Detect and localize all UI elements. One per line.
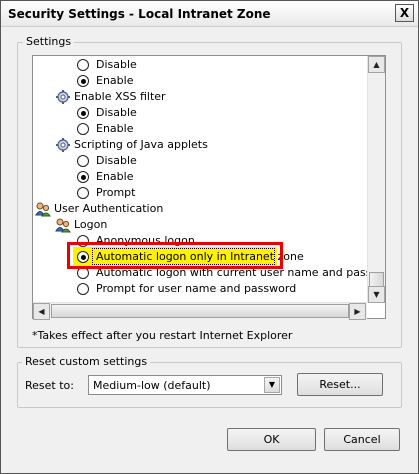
horizontal-scroll-thumb[interactable] xyxy=(51,304,349,318)
ok-button[interactable]: OK xyxy=(227,428,316,451)
scroll-down-button[interactable]: ▼ xyxy=(368,286,385,303)
cancel-button[interactable]: Cancel xyxy=(324,428,400,451)
radio-checked[interactable] xyxy=(77,171,89,183)
reset-button[interactable]: Reset... xyxy=(297,373,383,396)
window-title: Security Settings - Local Intranet Zone xyxy=(8,7,271,21)
people-icon xyxy=(55,217,71,233)
tree-item-label: Prompt for user name and password xyxy=(96,282,297,295)
radio-checked[interactable] xyxy=(77,75,89,87)
close-button[interactable]: X xyxy=(395,4,414,22)
tree-item-label: User Authentication xyxy=(54,202,164,215)
people-icon xyxy=(35,201,51,217)
title-bar[interactable]: Security Settings - Local Intranet Zone … xyxy=(1,1,418,27)
tree-item-label: Enable xyxy=(96,122,134,135)
radio-checked[interactable] xyxy=(77,107,89,119)
horizontal-scrollbar[interactable]: ◀ ▶ xyxy=(33,302,367,320)
radio-unchecked[interactable] xyxy=(77,187,89,199)
radio-unchecked[interactable] xyxy=(77,283,89,295)
scroll-left-button[interactable]: ◀ xyxy=(33,303,50,320)
restart-note: *Takes effect after you restart Internet… xyxy=(32,329,293,342)
reset-level-value: Medium-low (default) xyxy=(93,379,211,392)
vertical-scrollbar[interactable]: ▲ ▼ xyxy=(367,56,385,303)
reset-level-select[interactable]: Medium-low (default) ▼ xyxy=(88,375,282,395)
reset-to-label: Reset to: xyxy=(25,379,74,392)
tree-item-label: Prompt xyxy=(96,186,136,199)
highlight-box xyxy=(67,242,283,269)
tree-item-label: Enable XSS filter xyxy=(74,90,166,103)
security-settings-dialog: Security Settings - Local Intranet Zone … xyxy=(0,0,419,474)
tree-item-label: Disable xyxy=(96,58,137,71)
gear-icon xyxy=(55,89,71,105)
tree-item-label: Disable xyxy=(96,154,137,167)
tree-item-label: Logon xyxy=(74,218,108,231)
reset-group-label: Reset custom settings xyxy=(22,356,151,368)
tree-item-label: Enable xyxy=(96,74,134,87)
settings-tree[interactable]: Disable Enable Enable XSS filter Disable Ena… xyxy=(32,55,386,319)
chevron-down-icon[interactable]: ▼ xyxy=(264,377,280,393)
tree-item-label: Disable xyxy=(96,106,137,119)
radio-unchecked[interactable] xyxy=(77,155,89,167)
radio-unchecked[interactable] xyxy=(77,123,89,135)
settings-group-label: Settings xyxy=(23,36,75,48)
gear-icon xyxy=(55,137,71,153)
scroll-right-button[interactable]: ▶ xyxy=(349,303,366,320)
tree-item-label: Scripting of Java applets xyxy=(74,138,208,151)
radio-unchecked[interactable] xyxy=(77,59,89,71)
tree-item-label: Enable xyxy=(96,170,134,183)
scroll-up-button[interactable]: ▲ xyxy=(368,56,385,73)
